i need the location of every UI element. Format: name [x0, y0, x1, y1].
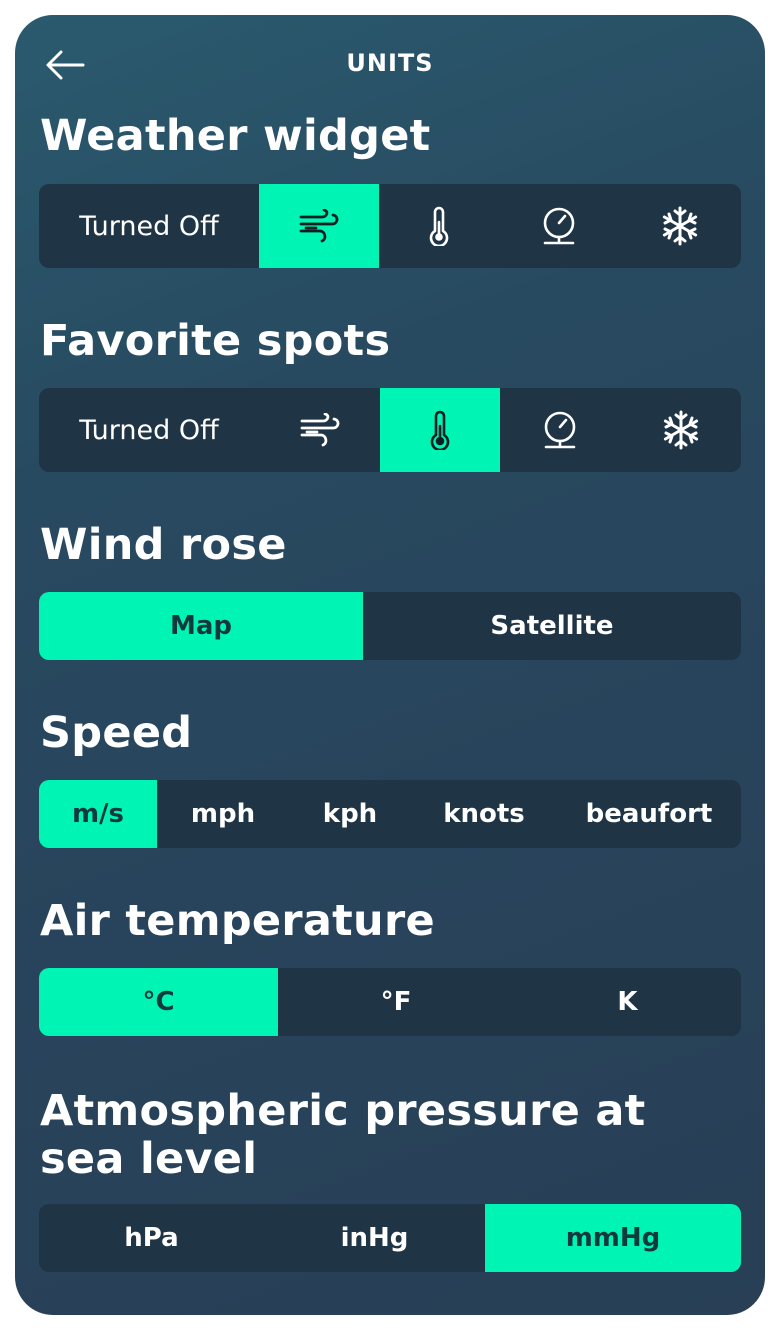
weather-widget-option-turned-off[interactable]: Turned Off	[39, 184, 259, 268]
air-temperature-option-celsius[interactable]: °C	[39, 968, 278, 1036]
weather-widget-option-pressure[interactable]	[499, 184, 619, 268]
wind-rose-selector: Map Satellite	[39, 592, 741, 660]
wind-rose-option-map[interactable]: Map	[39, 592, 363, 660]
speed-option-ms[interactable]: m/s	[39, 780, 157, 848]
header: UNITS	[15, 15, 765, 115]
pressure-title: Atmospheric pressure at sea level	[40, 1086, 646, 1184]
favorite-spots-option-pressure[interactable]	[500, 388, 620, 472]
wind-rose-option-satellite[interactable]: Satellite	[363, 592, 741, 660]
pressure-option-hpa[interactable]: hPa	[39, 1204, 264, 1272]
air-temperature-option-kelvin[interactable]: K	[514, 968, 741, 1036]
speed-title: Speed	[40, 708, 193, 758]
pressure-option-mmhg[interactable]: mmHg	[485, 1204, 741, 1272]
pressure-selector: hPa inHg mmHg	[39, 1204, 741, 1272]
speed-selector: m/s mph kph knots beaufort	[39, 780, 741, 848]
weather-widget-option-snow[interactable]	[619, 184, 741, 268]
favorite-spots-option-wind[interactable]	[259, 388, 380, 472]
wind-icon	[299, 209, 339, 243]
weather-widget-option-wind[interactable]	[259, 184, 379, 268]
air-temperature-option-fahrenheit[interactable]: °F	[278, 968, 514, 1036]
favorite-spots-option-turned-off[interactable]: Turned Off	[39, 388, 259, 472]
units-settings-card: UNITS Weather widget Turned Off Favorite…	[15, 15, 765, 1315]
air-temperature-selector: °C °F K	[39, 968, 741, 1036]
turned-off-label: Turned Off	[79, 210, 219, 242]
weather-widget-selector: Turned Off	[39, 184, 741, 268]
thermometer-icon	[429, 206, 449, 246]
wind-rose-title: Wind rose	[40, 520, 287, 570]
favorite-spots-option-snow[interactable]	[620, 388, 741, 472]
speed-option-beaufort[interactable]: beaufort	[557, 780, 741, 848]
turned-off-label: Turned Off	[79, 414, 219, 446]
favorite-spots-option-temperature[interactable]	[380, 388, 500, 472]
pressure-option-inhg[interactable]: inHg	[264, 1204, 485, 1272]
air-temperature-title: Air temperature	[40, 896, 435, 946]
pressure-gauge-icon	[544, 411, 576, 449]
wind-icon	[300, 413, 339, 447]
weather-widget-option-temperature[interactable]	[379, 184, 499, 268]
favorite-spots-title: Favorite spots	[40, 316, 391, 366]
thermometer-icon	[430, 410, 450, 450]
speed-option-knots[interactable]: knots	[411, 780, 557, 848]
page-title: UNITS	[346, 49, 434, 77]
pressure-gauge-icon	[543, 207, 575, 245]
speed-option-mph[interactable]: mph	[157, 780, 289, 848]
favorite-spots-selector: Turned Off	[39, 388, 741, 472]
speed-option-kph[interactable]: kph	[289, 780, 411, 848]
snowflake-icon	[662, 206, 698, 246]
weather-widget-title: Weather widget	[40, 111, 431, 161]
snowflake-icon	[663, 410, 698, 450]
